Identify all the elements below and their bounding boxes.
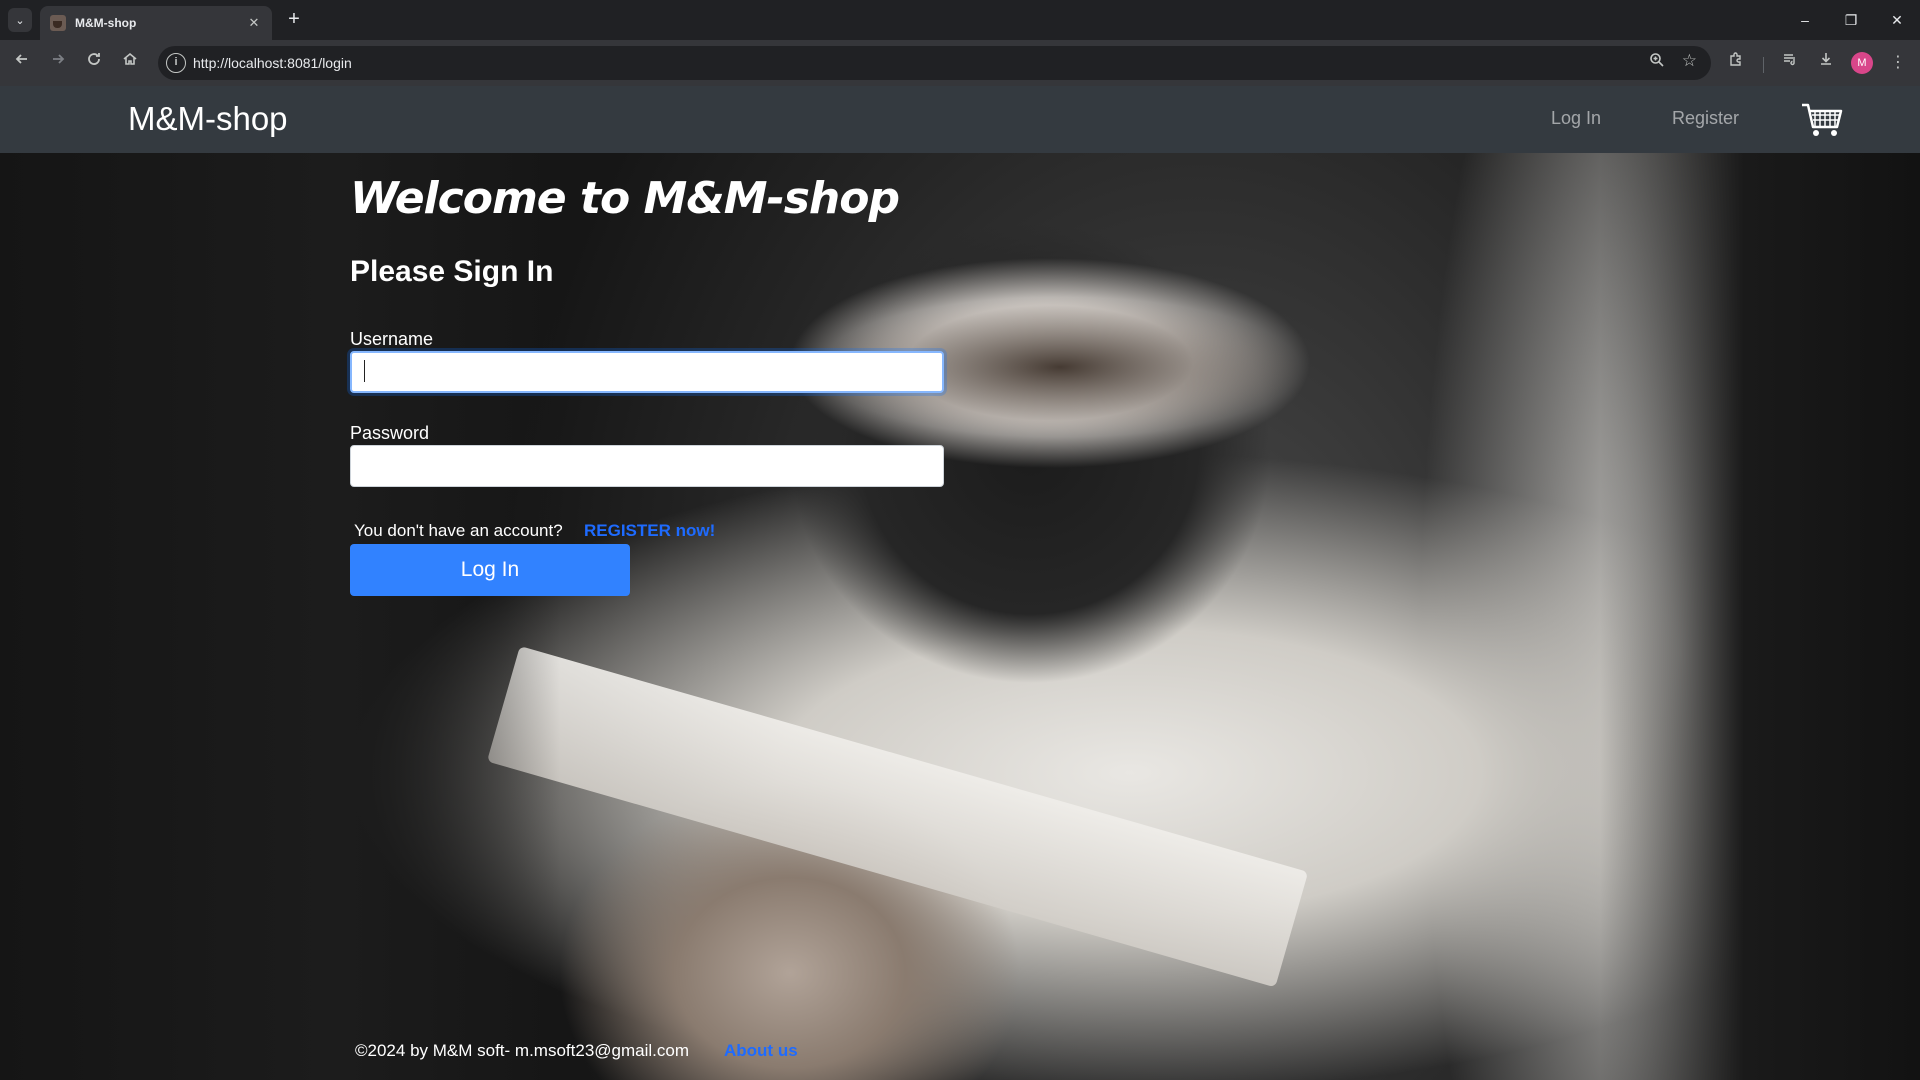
password-label: Password bbox=[350, 423, 430, 443]
site-info-icon[interactable]: i bbox=[166, 53, 186, 73]
register-now-link[interactable]: REGISTER now! bbox=[584, 521, 715, 541]
minimize-button[interactable]: – bbox=[1782, 6, 1828, 34]
browser-toolbar: i http://localhost:8081/login ☆ M ⋮ bbox=[0, 40, 1920, 86]
browser-tab-strip: ⌄ M&M-shop ✕ + – ❐ ✕ bbox=[0, 0, 1920, 40]
tab-search-icon[interactable]: ⌄ bbox=[8, 8, 32, 32]
forward-icon[interactable] bbox=[46, 51, 70, 75]
media-controls-icon[interactable] bbox=[1778, 51, 1802, 75]
browser-menu-icon[interactable]: ⋮ bbox=[1886, 51, 1910, 75]
top-navbar: M&M-shop Log In Register bbox=[0, 86, 1920, 153]
sign-in-heading: Please Sign In bbox=[350, 255, 554, 288]
background-shade-right bbox=[1600, 153, 1920, 1080]
tab-close-icon[interactable]: ✕ bbox=[246, 15, 262, 31]
no-account-text: You don't have an account? bbox=[354, 521, 563, 540]
window-close-button[interactable]: ✕ bbox=[1874, 6, 1920, 34]
shopping-cart-icon[interactable] bbox=[1800, 100, 1844, 140]
footer-copyright: ©2024 by M&M soft- m.msoft23@gmail.com bbox=[355, 1041, 689, 1060]
nav-login-link[interactable]: Log In bbox=[1551, 108, 1601, 129]
address-bar[interactable]: i http://localhost:8081/login ☆ bbox=[158, 46, 1711, 80]
brand-logo-text[interactable]: M&M-shop bbox=[128, 100, 288, 138]
about-us-link[interactable]: About us bbox=[724, 1041, 798, 1061]
new-tab-button[interactable]: + bbox=[282, 8, 306, 32]
address-url[interactable]: http://localhost:8081/login bbox=[193, 55, 352, 71]
bookmark-star-icon[interactable]: ☆ bbox=[1682, 51, 1697, 71]
login-button[interactable]: Log In bbox=[350, 544, 630, 596]
nav-register-link[interactable]: Register bbox=[1672, 108, 1739, 129]
tab-title: M&M-shop bbox=[75, 16, 137, 30]
username-caret-area bbox=[350, 351, 944, 393]
reload-icon[interactable] bbox=[82, 51, 106, 75]
background-shade-left bbox=[0, 153, 560, 1080]
web-page: M&M-shop Log In Register Welcome to M&M-… bbox=[0, 86, 1920, 1080]
home-icon[interactable] bbox=[118, 51, 142, 75]
password-input[interactable] bbox=[350, 445, 944, 487]
extensions-icon[interactable] bbox=[1724, 51, 1748, 75]
tab-favicon-icon bbox=[50, 15, 66, 31]
welcome-heading: Welcome to M&M-shop bbox=[350, 173, 900, 224]
profile-avatar[interactable]: M bbox=[1851, 52, 1873, 74]
back-icon[interactable] bbox=[10, 51, 34, 75]
text-caret bbox=[364, 360, 365, 382]
downloads-icon[interactable] bbox=[1814, 51, 1838, 75]
zoom-icon[interactable] bbox=[1649, 52, 1665, 73]
username-label: Username bbox=[350, 329, 434, 349]
toolbar-divider bbox=[1763, 57, 1764, 73]
restore-button[interactable]: ❐ bbox=[1828, 6, 1874, 34]
browser-tab[interactable]: M&M-shop ✕ bbox=[40, 6, 272, 40]
